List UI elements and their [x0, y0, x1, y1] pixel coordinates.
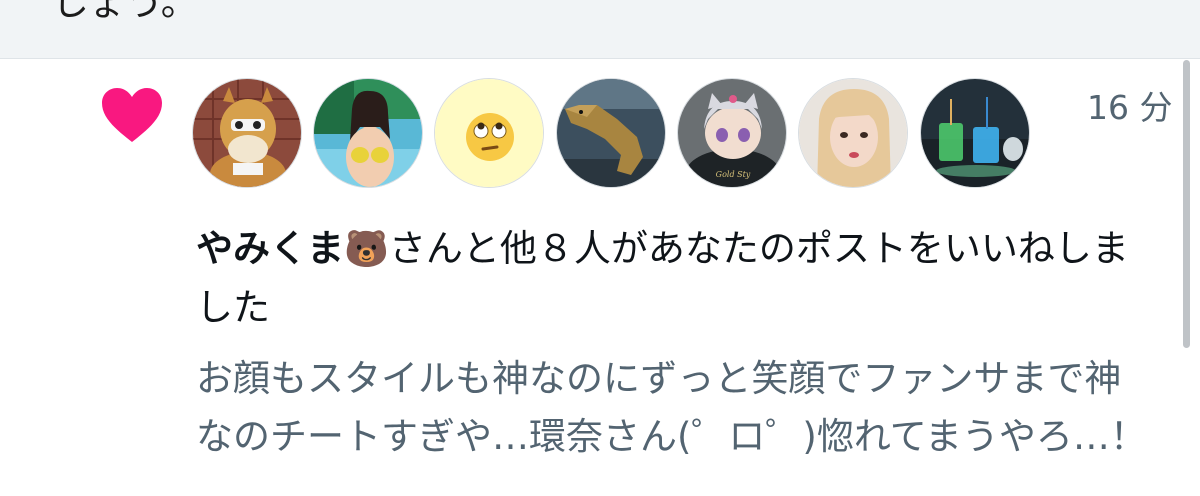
svg-text:Gold Sty: Gold Sty [716, 170, 751, 179]
previous-post-text: しょう。 [52, 0, 198, 24]
avatar[interactable] [920, 78, 1030, 188]
bear-emoji-icon: 🐻 [344, 229, 389, 270]
avatar[interactable]: Gold Sty [677, 78, 787, 188]
avatar[interactable] [313, 78, 423, 188]
heart-icon [100, 86, 164, 144]
like-notification-text[interactable]: やみくま🐻さんと他８人があなたのポストをいいねしました [196, 220, 1156, 337]
avatar[interactable] [556, 78, 666, 188]
scrollbar[interactable] [1183, 60, 1190, 348]
post-preview[interactable]: お顔もスタイルも神なのにずっと笑顔でファンサまで神なのチートすぎや…環奈さん(゜… [196, 350, 1156, 466]
timestamp: 16 分 [1087, 88, 1173, 127]
actor-name[interactable]: やみくま [196, 227, 344, 270]
avatar[interactable] [434, 78, 544, 188]
previous-notification[interactable]: しょう。 [0, 0, 1200, 59]
avatar[interactable] [798, 78, 908, 188]
avatar[interactable] [192, 78, 302, 188]
